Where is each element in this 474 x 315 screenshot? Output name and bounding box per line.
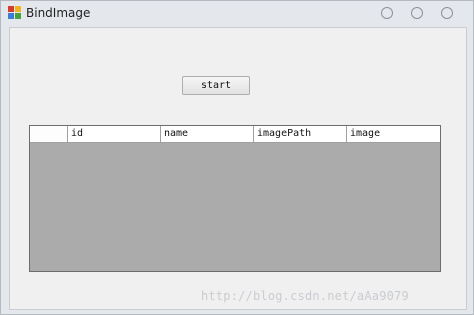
grid-header-row: id name imagePath image	[30, 126, 440, 143]
title-bar[interactable]: BindImage	[1, 1, 473, 27]
watermark-text: http://blog.csdn.net/aAa9079	[201, 289, 409, 303]
column-header-imagepath[interactable]: imagePath	[254, 126, 347, 142]
column-header-name[interactable]: name	[161, 126, 254, 142]
window-title: BindImage	[26, 6, 91, 20]
app-icon	[8, 6, 22, 20]
main-window: BindImage start id name imagePath image	[0, 0, 474, 315]
maximize-button[interactable]	[411, 7, 423, 19]
minimize-button[interactable]	[381, 7, 393, 19]
data-grid[interactable]: id name imagePath image	[29, 125, 441, 272]
column-header-image[interactable]: image	[347, 126, 440, 142]
column-header-id[interactable]: id	[68, 126, 161, 142]
form-client-area: start id name imagePath image	[9, 27, 467, 310]
grid-corner-cell[interactable]	[30, 126, 68, 142]
start-button[interactable]: start	[182, 76, 250, 95]
close-button[interactable]	[441, 7, 453, 19]
